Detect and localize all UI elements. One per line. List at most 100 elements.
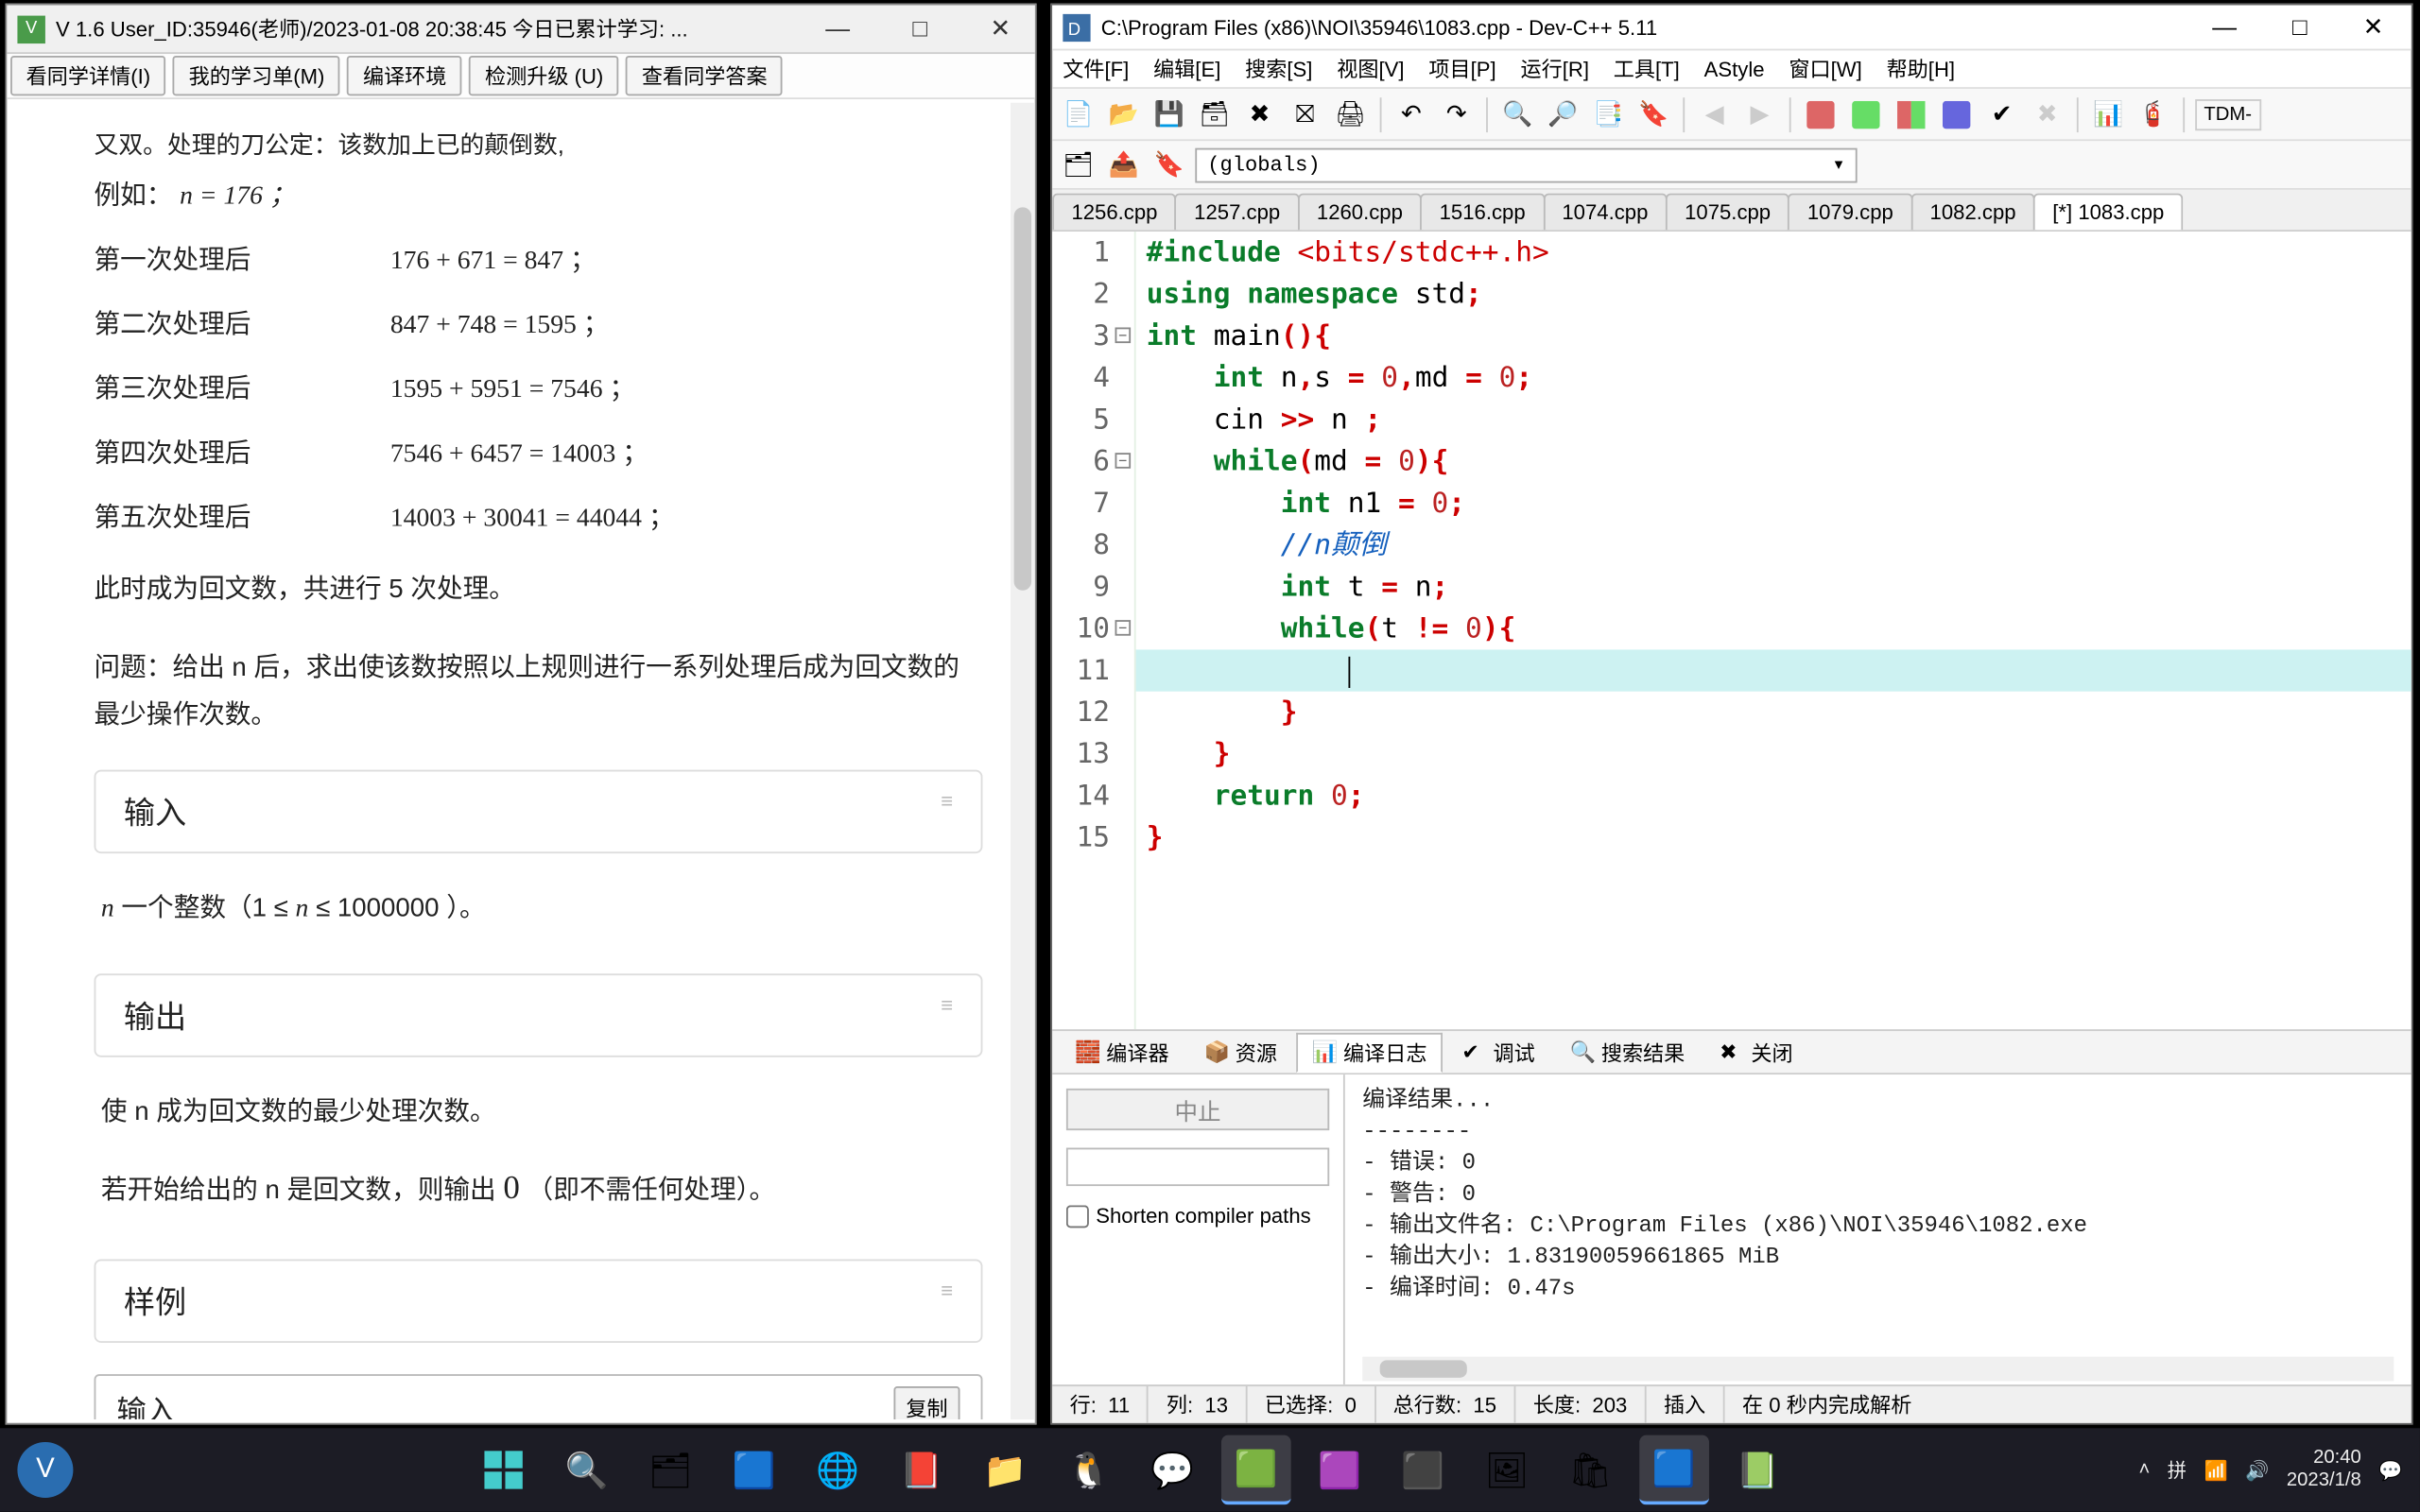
minimize-button[interactable]: —	[811, 14, 863, 43]
find-icon[interactable]: 🔍	[1498, 94, 1537, 133]
app-icon[interactable]: 🟩	[1221, 1435, 1291, 1505]
tab-compile-log[interactable]: 📊编译日志	[1296, 1032, 1443, 1072]
edge-icon[interactable]: 🌐	[803, 1435, 873, 1505]
section-output[interactable]: 输出 ≡	[95, 972, 983, 1056]
start-button[interactable]: V	[17, 1442, 73, 1498]
code-editor[interactable]: 123−45 6−78910− 1112131415 #include <bit…	[1052, 232, 2411, 1029]
abort-button[interactable]: 中止	[1066, 1089, 1329, 1130]
hamburger-icon[interactable]: ≡	[941, 1279, 953, 1324]
copy-button[interactable]: 复制	[893, 1386, 959, 1419]
volume-icon[interactable]: 🔊	[2245, 1459, 2269, 1482]
menu-run[interactable]: 运行[R]	[1520, 54, 1589, 83]
task-view-icon[interactable]: 🗂	[635, 1435, 705, 1505]
menu-search[interactable]: 搜索[S]	[1245, 54, 1312, 83]
menu-view[interactable]: 视图[V]	[1337, 54, 1404, 83]
menu-file[interactable]: 文件[F]	[1063, 54, 1129, 83]
menu-astyle[interactable]: AStyle	[1704, 57, 1765, 81]
view-details-button[interactable]: 看同学详情(I)	[10, 56, 166, 95]
new-file-icon[interactable]: 📄	[1060, 94, 1098, 133]
section-input[interactable]: 输入 ≡	[95, 770, 983, 853]
scrollbar-thumb[interactable]	[1014, 207, 1031, 590]
compile-env-button[interactable]: 编译环境	[347, 56, 462, 95]
section-sample[interactable]: 样例 ≡	[95, 1260, 983, 1343]
scope-combo[interactable]: (globals) ▾	[1195, 147, 1857, 182]
system-tray[interactable]: ˄ 拼 📶 🔊 20:40 2023/1/8 💬	[2139, 1448, 2403, 1493]
tab-compiler[interactable]: 🧱编译器	[1060, 1032, 1185, 1072]
problem-window-titlebar[interactable]: V V 1.6 User_ID:35946(老师)/2023-01-08 20:…	[7, 6, 1034, 55]
explorer-icon[interactable]: 📁	[970, 1435, 1040, 1505]
clock[interactable]: 20:40 2023/1/8	[2287, 1448, 2361, 1493]
debug-icon[interactable]: ✔	[1982, 94, 2021, 133]
tab-search-results[interactable]: 🔍搜索结果	[1554, 1032, 1701, 1072]
menu-window[interactable]: 窗口[W]	[1789, 54, 1861, 83]
terminal-icon[interactable]: ⬛	[1389, 1435, 1459, 1505]
maximize-button[interactable]: □	[899, 14, 942, 43]
file-tab[interactable]: 1082.cpp	[1910, 194, 2035, 231]
view-answers-button[interactable]: 查看同学答案	[626, 56, 783, 95]
filter-input[interactable]	[1066, 1148, 1329, 1187]
save-icon[interactable]: 💾	[1150, 94, 1188, 133]
devcpp-titlebar[interactable]: D C:\Program Files (x86)\NOI\35946\1083.…	[1052, 6, 2411, 51]
my-study-button[interactable]: 我的学习单(M)	[173, 56, 340, 95]
app-icon[interactable]: 🖼	[1472, 1435, 1542, 1505]
close-button[interactable]: ✕	[2345, 12, 2400, 42]
devcpp-taskbar-icon[interactable]: 🟦	[1639, 1435, 1709, 1505]
file-tab[interactable]: 1075.cpp	[1666, 194, 1790, 231]
replace-icon[interactable]: 🔎	[1544, 94, 1582, 133]
delete-profile-icon[interactable]: 🧯	[2135, 94, 2173, 133]
file-tab[interactable]: 1074.cpp	[1543, 194, 1668, 231]
notifications-icon[interactable]: 💬	[2378, 1459, 2402, 1482]
wifi-icon[interactable]: 📶	[2204, 1459, 2228, 1482]
compile-icon[interactable]	[1802, 94, 1841, 133]
search-icon[interactable]: 🔍	[552, 1435, 622, 1505]
app-icon[interactable]: 🐧	[1054, 1435, 1124, 1505]
print-icon[interactable]: 🖨	[1331, 94, 1370, 133]
app-icon[interactable]: 🟪	[1305, 1435, 1374, 1505]
shorten-paths-checkbox[interactable]: Shorten compiler paths	[1066, 1204, 1329, 1228]
code-area[interactable]: #include <bits/stdc++.h> using namespace…	[1136, 232, 2411, 1029]
stop-icon[interactable]: ✖	[2028, 94, 2066, 133]
maximize-button[interactable]: □	[2275, 12, 2325, 42]
open-file-icon[interactable]: 📂	[1104, 94, 1143, 133]
forward-icon[interactable]: ▶	[1740, 94, 1779, 133]
back-icon[interactable]: ◀	[1695, 94, 1734, 133]
hamburger-icon[interactable]: ≡	[941, 992, 953, 1038]
run-icon[interactable]	[1847, 94, 1886, 133]
tray-chevron-icon[interactable]: ˄	[2139, 1459, 2151, 1480]
save-all-icon[interactable]: 🗃	[1195, 94, 1234, 133]
input-method-icon[interactable]: 拼	[2168, 1456, 2187, 1484]
horizontal-scrollbar[interactable]	[1362, 1357, 2394, 1382]
file-tab[interactable]: 1257.cpp	[1175, 194, 1300, 231]
scrollbar[interactable]	[1011, 103, 1035, 1419]
close-all-icon[interactable]: ⛝	[1286, 94, 1324, 133]
file-tab[interactable]: 1260.cpp	[1298, 194, 1423, 231]
undo-icon[interactable]: ↶	[1392, 94, 1431, 133]
compile-run-icon[interactable]	[1892, 94, 1930, 133]
compile-output[interactable]: 编译结果... -------- - 错误: 0 - 警告: 0 - 输出文件名…	[1345, 1074, 2411, 1384]
profile-icon[interactable]: 📊	[2089, 94, 2128, 133]
redo-icon[interactable]: ↷	[1437, 94, 1476, 133]
bookmark-icon[interactable]: 🔖	[1634, 94, 1673, 133]
menu-edit[interactable]: 编辑[E]	[1153, 54, 1220, 83]
tab-close[interactable]: ✖关闭	[1704, 1032, 1809, 1072]
scrollbar-thumb[interactable]	[1380, 1360, 1467, 1377]
close-file-icon[interactable]: ✖	[1240, 94, 1279, 133]
wechat-icon[interactable]: 💬	[1137, 1435, 1207, 1505]
hamburger-icon[interactable]: ≡	[941, 789, 953, 834]
file-tab-active[interactable]: [*] 1083.cpp	[2033, 194, 2184, 231]
file-tab[interactable]: 1256.cpp	[1052, 194, 1177, 231]
file-tab[interactable]: 1516.cpp	[1420, 194, 1545, 231]
store-icon[interactable]: 🛍	[1555, 1435, 1625, 1505]
app-icon[interactable]: 📕	[887, 1435, 957, 1505]
minimize-button[interactable]: —	[2195, 12, 2255, 42]
compiler-selector[interactable]: TDM-	[2195, 98, 2260, 129]
goto-class-icon[interactable]: 📤	[1104, 146, 1143, 184]
problem-content[interactable]: 又双。处理的刀公定：该数加上已的颠倒数, 例如： n = 176 ； 第一次处理…	[17, 103, 1024, 1419]
tab-debug[interactable]: ✔调试	[1446, 1032, 1551, 1072]
menu-tools[interactable]: 工具[T]	[1614, 54, 1680, 83]
start-menu-icon[interactable]	[468, 1435, 538, 1505]
tab-resources[interactable]: 📦资源	[1188, 1032, 1293, 1072]
shorten-checkbox[interactable]	[1066, 1204, 1089, 1227]
new-class-icon[interactable]: 🗂	[1060, 146, 1098, 184]
bookmark2-icon[interactable]: 🔖	[1150, 146, 1188, 184]
